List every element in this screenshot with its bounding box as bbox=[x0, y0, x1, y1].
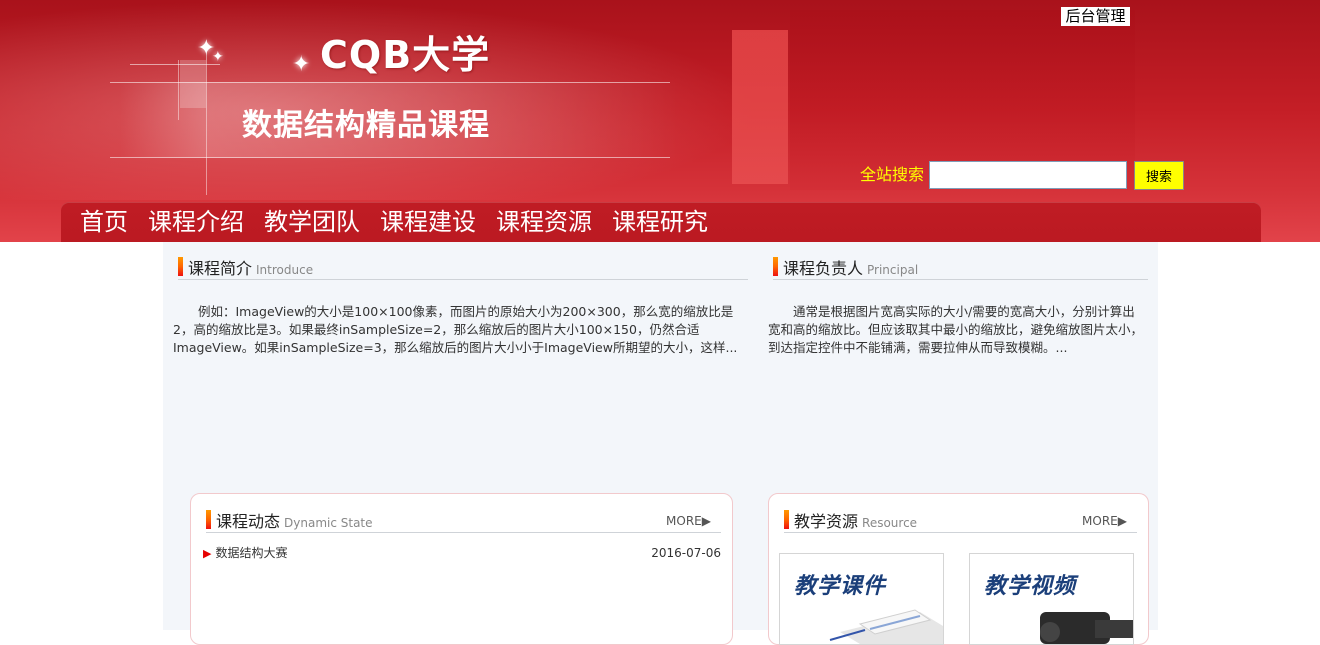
principal-section-header: 课程负责人 Principal bbox=[773, 249, 1148, 280]
resources-section-header: 教学资源 Resource MORE▶ bbox=[784, 502, 1137, 533]
site-header: ✦ ✦ ✦ CQB大学 数据结构精品课程 后台管理 全站搜索 搜索 首页 课程介… bbox=[0, 0, 1320, 242]
search-label: 全站搜索 bbox=[860, 165, 925, 184]
sparkle-icon: ✦ bbox=[292, 52, 311, 77]
news-item-title: 数据结构大赛 bbox=[215, 546, 288, 560]
nav-item-course-intro[interactable]: 课程介绍 bbox=[148, 206, 244, 238]
sparkle-icon: ✦ bbox=[212, 49, 224, 65]
triangle-right-icon: ▶ bbox=[1117, 514, 1127, 528]
red-arrow-icon: ▶ bbox=[203, 547, 212, 560]
resources-more-link[interactable]: MORE▶ bbox=[1082, 514, 1127, 528]
nav-item-home[interactable]: 首页 bbox=[80, 206, 128, 238]
intro-text: 例如：ImageView的大小是100×100像素，而图片的原始大小为200×3… bbox=[173, 304, 738, 355]
section-marker-icon bbox=[784, 510, 789, 529]
video-camera-icon bbox=[1040, 612, 1133, 644]
section-marker-icon bbox=[773, 257, 778, 276]
video-card[interactable]: 教学视频 bbox=[969, 553, 1134, 645]
main-nav: 首页 课程介绍 教学团队 课程建设 课程资源 课程研究 bbox=[61, 202, 1261, 242]
news-subtitle: Dynamic State bbox=[284, 516, 373, 530]
nav-item-course-resources[interactable]: 课程资源 bbox=[496, 206, 592, 238]
section-marker-icon bbox=[178, 257, 183, 276]
intro-title: 课程简介 bbox=[188, 259, 253, 278]
nav-item-course-building[interactable]: 课程建设 bbox=[380, 206, 476, 238]
intro-section-title: 课程简介 Introduce bbox=[188, 259, 313, 280]
resources-section-title: 教学资源 Resource bbox=[794, 512, 917, 533]
news-more-label: MORE bbox=[666, 514, 702, 528]
principal-subtitle: Principal bbox=[867, 263, 919, 277]
intro-section-header: 课程简介 Introduce bbox=[178, 249, 748, 280]
principal-title: 课程负责人 bbox=[783, 259, 864, 278]
resources-box: 教学资源 Resource MORE▶ 教学课件 教学视频 bbox=[768, 493, 1149, 645]
site-title: CQB大学 bbox=[320, 33, 491, 77]
header-decor-vline bbox=[206, 40, 207, 195]
resources-subtitle: Resource bbox=[862, 516, 918, 530]
intro-subtitle: Introduce bbox=[256, 263, 314, 277]
resources-title: 教学资源 bbox=[794, 512, 859, 531]
header-decor-square bbox=[180, 60, 206, 108]
news-box: 课程动态 Dynamic State MORE▶ ▶ 数据结构大赛 2016-07-… bbox=[190, 493, 733, 645]
news-section-title: 课程动态 Dynamic State bbox=[216, 512, 373, 533]
header-decor-vline bbox=[178, 60, 179, 120]
triangle-right-icon: ▶ bbox=[701, 514, 711, 528]
section-marker-icon bbox=[206, 510, 211, 529]
search-input[interactable] bbox=[929, 161, 1127, 189]
document-illustration-icon bbox=[829, 609, 943, 644]
search-button[interactable]: 搜索 bbox=[1134, 161, 1184, 190]
course-title: 数据结构精品课程 bbox=[242, 108, 490, 143]
news-section-header: 课程动态 Dynamic State MORE▶ bbox=[206, 502, 721, 533]
news-more-link[interactable]: MORE▶ bbox=[666, 514, 711, 528]
header-decor-line bbox=[110, 157, 670, 158]
news-item-date: 2016-07-06 bbox=[651, 546, 721, 560]
news-list-item[interactable]: ▶ 数据结构大赛 2016-07-06 bbox=[203, 544, 721, 562]
principal-text: 通常是根据图片宽高实际的大小/需要的宽高大小，分别计算出宽和高的缩放比。但应该取… bbox=[768, 304, 1144, 355]
resources-more-label: MORE bbox=[1082, 514, 1118, 528]
header-decor-block bbox=[732, 30, 788, 184]
nav-item-course-research[interactable]: 课程研究 bbox=[612, 206, 708, 238]
nav-item-teaching-team[interactable]: 教学团队 bbox=[264, 206, 360, 238]
principal-section-title: 课程负责人 Principal bbox=[783, 259, 918, 280]
news-title: 课程动态 bbox=[216, 512, 281, 531]
courseware-card[interactable]: 教学课件 bbox=[779, 553, 944, 645]
admin-link[interactable]: 后台管理 bbox=[1061, 7, 1130, 26]
